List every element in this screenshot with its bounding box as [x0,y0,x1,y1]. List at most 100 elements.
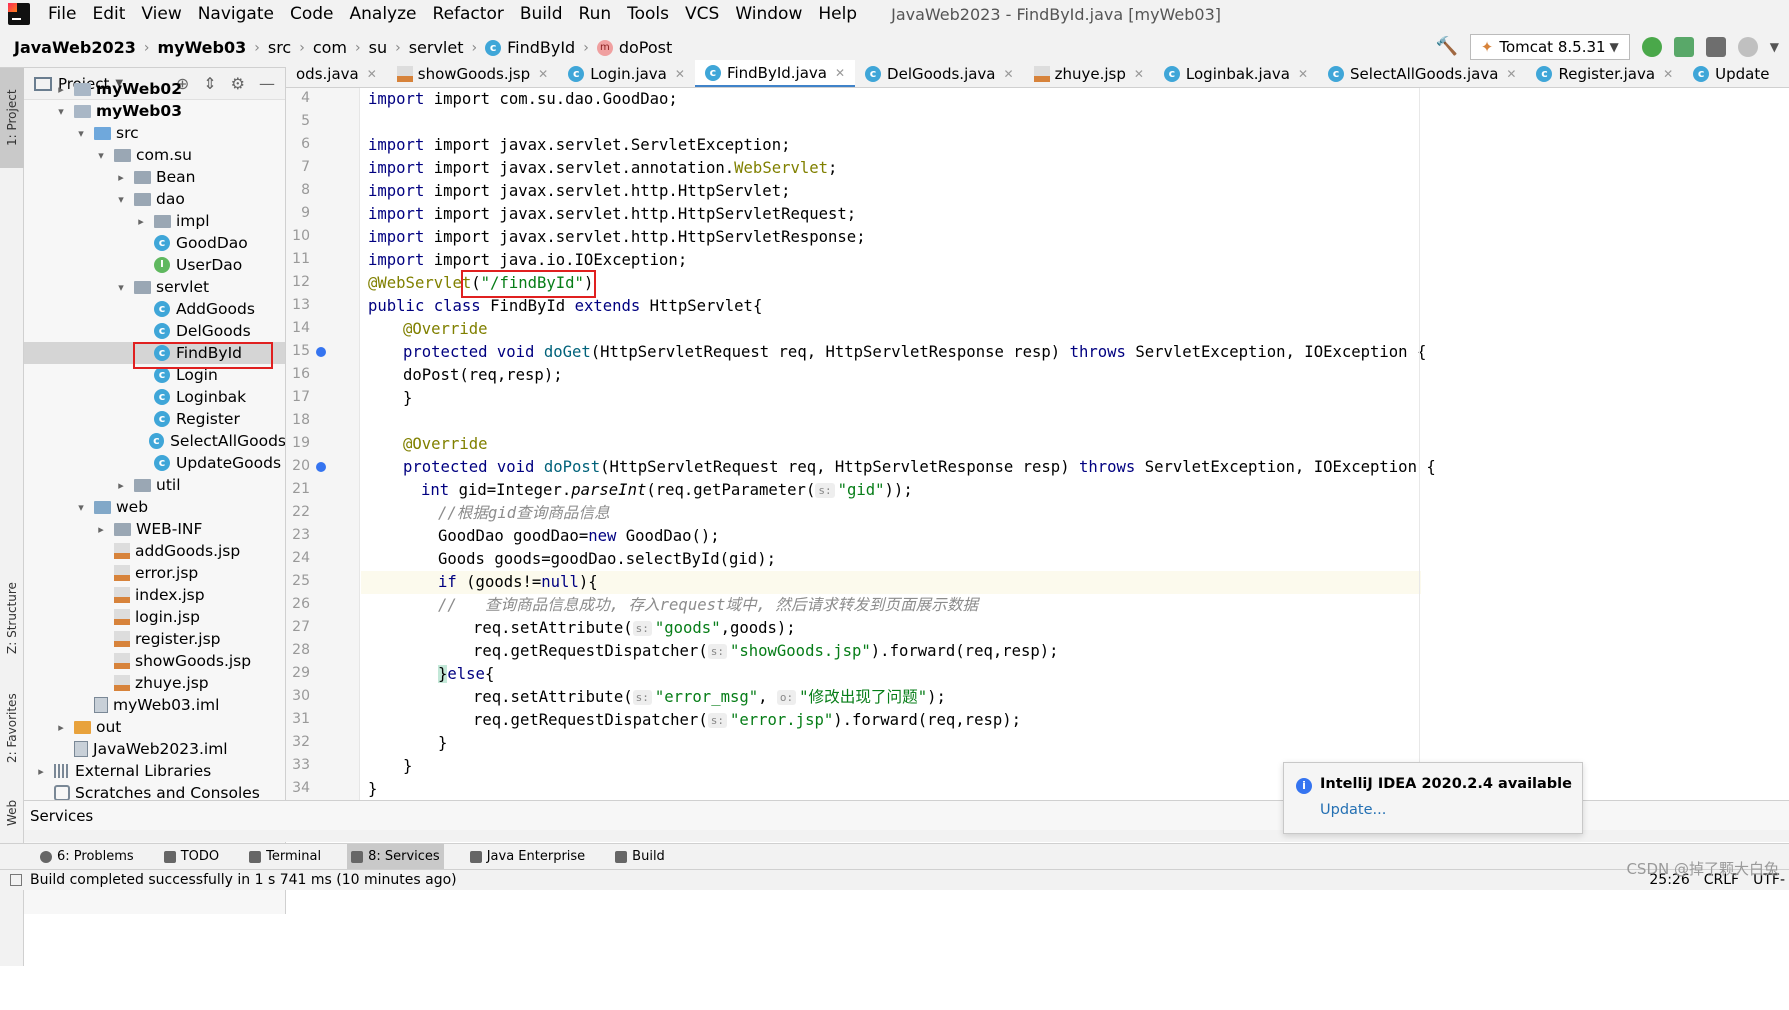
tree-item[interactable]: ▾ web [24,496,285,518]
services-title[interactable]: Services [30,807,93,825]
override-marker-icon[interactable] [316,347,326,357]
close-icon[interactable]: ✕ [1298,67,1308,81]
menu-build[interactable]: Build [512,4,571,24]
tree-item[interactable]: index.jsp [24,584,285,606]
close-icon[interactable]: ✕ [538,67,548,81]
tool-window-project[interactable]: 1: Project [0,68,24,168]
editor-tab[interactable]: ods.java ✕ [286,60,387,87]
chevron-right-icon[interactable]: ▸ [114,479,128,492]
breadcrumb-su[interactable]: su [369,38,387,57]
close-icon[interactable]: ✕ [1004,67,1014,81]
chevron-right-icon[interactable]: ▸ [54,83,68,96]
tree-item[interactable]: c UpdateGoods [24,452,285,474]
tree-item[interactable]: ▸ External Libraries [24,760,285,782]
tree-item[interactable]: ▾ com.su [24,144,285,166]
tool-window-structure[interactable]: Z: Structure [0,568,24,668]
tree-item[interactable]: showGoods.jsp [24,650,285,672]
menu-navigate[interactable]: Navigate [190,4,282,24]
chevron-down-icon[interactable]: ▾ [94,149,108,162]
tree-item[interactable]: register.jsp [24,628,285,650]
chevron-right-icon[interactable]: ▸ [94,523,108,536]
tool-window-favorites[interactable]: 2: Favorites [0,678,24,778]
tree-item[interactable]: ▾ src [24,122,285,144]
profile-icon[interactable] [1737,37,1758,57]
editor-tab[interactable]: zhuye.jsp ✕ [1024,60,1154,87]
chevron-right-icon[interactable]: ▸ [134,215,148,228]
tree-item[interactable]: ▸ out [24,716,285,738]
tree-item[interactable]: ▾ dao [24,188,285,210]
menu-run[interactable]: Run [571,4,620,24]
menu-vcs[interactable]: VCS [677,4,727,24]
tree-item[interactable]: addGoods.jsp [24,540,285,562]
tree-item[interactable]: ▾ servlet [24,276,285,298]
chevron-down-icon[interactable]: ▾ [74,127,88,140]
tab-build[interactable]: Build [611,844,669,870]
tree-item[interactable]: ▾ myWeb03 [24,100,285,122]
tab-services[interactable]: 8: Services [347,843,444,870]
build-hammer-icon[interactable]: 🔨 [1436,36,1458,58]
rerun-icon[interactable] [1641,37,1662,57]
chevron-down-icon[interactable]: ▾ [54,105,68,118]
tree-item[interactable]: zhuye.jsp [24,672,285,694]
tab-terminal[interactable]: Terminal [245,844,325,870]
menu-edit[interactable]: Edit [84,4,133,24]
breadcrumb-project[interactable]: JavaWeb2023 [14,38,136,57]
chevron-right-icon[interactable]: ▸ [54,721,68,734]
menu-help[interactable]: Help [810,4,865,24]
chevron-right-icon[interactable]: ▸ [34,765,48,778]
breadcrumb-method[interactable]: m doPost [596,38,672,57]
close-icon[interactable]: ✕ [1663,67,1673,81]
breadcrumb-module[interactable]: myWeb03 [158,38,247,57]
tree-item[interactable]: I UserDao [24,254,285,276]
editor-tab[interactable]: c SelectAllGoods.java ✕ [1318,60,1526,87]
chevron-right-icon[interactable]: ▸ [114,171,128,184]
editor-tab[interactable]: c Loginbak.java ✕ [1154,60,1318,87]
tree-item[interactable]: ▸ impl [24,210,285,232]
close-icon[interactable]: ✕ [675,67,685,81]
menu-analyze[interactable]: Analyze [342,4,425,24]
run-config-select[interactable]: ✦ Tomcat 8.5.31 ▼ [1469,34,1630,60]
tree-item[interactable]: ▸ myWeb02 [24,78,285,100]
close-icon[interactable]: ✕ [1506,67,1516,81]
override-marker-icon[interactable] [316,462,326,472]
tree-item[interactable]: login.jsp [24,606,285,628]
update-link[interactable]: Update... [1320,802,1386,818]
status-toggle-icon[interactable] [10,874,22,886]
menu-view[interactable]: View [133,4,189,24]
chevron-down-icon[interactable]: ▾ [114,281,128,294]
editor-tab[interactable]: c Update [1683,60,1779,87]
tree-item[interactable]: JavaWeb2023.iml [24,738,285,760]
tree-item[interactable]: c GoodDao [24,232,285,254]
menu-file[interactable]: File [40,4,84,24]
code-editor[interactable]: import import com.su.dao.GoodDao; import… [361,88,1789,800]
close-icon[interactable]: ✕ [835,66,845,80]
coverage-icon[interactable] [1705,37,1726,57]
close-icon[interactable]: ✕ [367,67,377,81]
tree-item[interactable]: c Register [24,408,285,430]
breadcrumb-src[interactable]: src [268,38,291,57]
editor-tab[interactable]: showGoods.jsp ✕ [387,60,558,87]
tree-item[interactable]: ▸ util [24,474,285,496]
tree-item[interactable]: c Loginbak [24,386,285,408]
menu-window[interactable]: Window [727,4,810,24]
tree-item[interactable]: c AddGoods [24,298,285,320]
tree-item[interactable]: c DelGoods [24,320,285,342]
tab-problems[interactable]: 6: Problems [36,844,138,870]
editor-tab[interactable]: c FindById.java ✕ [694,60,856,87]
menu-code[interactable]: Code [282,4,342,24]
tree-item[interactable]: myWeb03.iml [24,694,285,716]
tab-java-enterprise[interactable]: Java Enterprise [466,844,589,870]
tool-window-web[interactable]: Web [0,783,24,843]
editor-tab[interactable]: c Register.java ✕ [1526,60,1683,87]
editor-tab[interactable]: c DelGoods.java ✕ [855,60,1024,87]
menu-tools[interactable]: Tools [619,4,677,24]
breadcrumb-servlet[interactable]: servlet [409,38,464,57]
tree-item[interactable]: error.jsp [24,562,285,584]
debug-icon[interactable] [1673,37,1694,57]
breadcrumb-com[interactable]: com [313,38,347,57]
tree-item[interactable]: ▸ WEB-INF [24,518,285,540]
tree-item[interactable]: c SelectAllGoods [24,430,285,452]
menu-refactor[interactable]: Refactor [425,4,512,24]
close-icon[interactable]: ✕ [1134,67,1144,81]
tab-todo[interactable]: TODO [160,844,223,870]
